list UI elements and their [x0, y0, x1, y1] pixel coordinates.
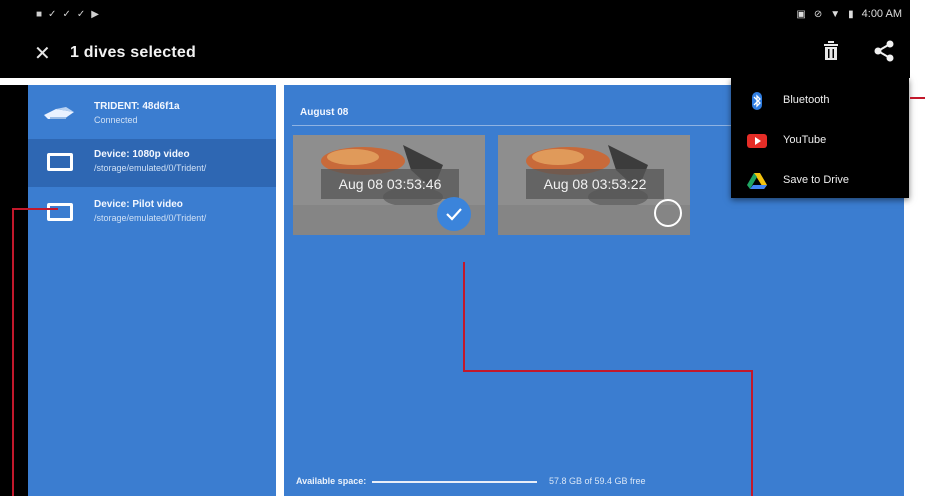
menu-item-bluetooth[interactable]: Bluetooth — [731, 80, 909, 120]
callout-line — [751, 370, 753, 496]
available-space-value: 57.8 GB of 59.4 GB free — [549, 476, 646, 486]
trash-icon[interactable] — [822, 40, 840, 62]
thumbnail-label: Aug 08 03:53:46 — [321, 169, 459, 199]
bluetooth-icon — [752, 92, 762, 110]
source-sidebar: TRIDENT: 48d6f1a Connected Device: 1080p… — [28, 85, 276, 496]
device-icon — [47, 153, 73, 171]
play-icon: ▶ — [91, 9, 99, 20]
share-icon[interactable] — [872, 39, 896, 63]
device-icon — [47, 203, 73, 221]
callout-line — [463, 262, 465, 372]
close-icon[interactable]: ✕ — [34, 41, 51, 66]
menu-item-youtube[interactable]: YouTube — [731, 120, 909, 160]
menu-item-label: Save to Drive — [783, 174, 850, 186]
notification-icons: ■ ✓ ✓ ✓ ▶ — [36, 9, 99, 21]
drive-icon — [747, 173, 767, 189]
sidebar-item-1080p-video[interactable]: Device: 1080p video /storage/emulated/0/… — [28, 139, 276, 187]
action-bar: ✕ 1 dives selected — [0, 30, 910, 78]
callout-line — [463, 370, 753, 372]
dnd-icon: ⊘ — [813, 8, 823, 20]
share-menu: Bluetooth YouTube Save to Drive — [731, 78, 909, 198]
callout-line — [12, 208, 14, 496]
sidebar-item-pilot-video[interactable]: Device: Pilot video /storage/emulated/0/… — [28, 189, 276, 237]
menu-item-label: Bluetooth — [783, 94, 830, 106]
sidebar-item-title: TRIDENT: 48d6f1a — [94, 101, 180, 112]
selected-check-icon[interactable] — [437, 197, 471, 231]
sidebar-item-title: Device: Pilot video — [94, 199, 183, 210]
dive-thumbnail-selected[interactable]: Aug 08 03:53:46 — [293, 135, 485, 235]
callout-line — [12, 208, 58, 210]
available-space-label: Available space: — [296, 476, 367, 486]
check-icon: ✓ — [48, 9, 57, 20]
wifi-icon: ▼ — [830, 8, 841, 20]
dive-thumbnail[interactable]: Aug 08 03:53:22 — [498, 135, 690, 235]
panel-separator — [276, 85, 284, 496]
system-icons: ▣ ⊘ ▼ ▮ 4:00 AM — [796, 8, 902, 20]
drone-icon — [44, 107, 74, 119]
menu-item-label: YouTube — [783, 134, 827, 146]
check-icon: ✓ — [62, 9, 71, 20]
menu-item-save-to-drive[interactable]: Save to Drive — [731, 160, 909, 200]
sidebar-item-trident[interactable]: TRIDENT: 48d6f1a Connected — [28, 91, 276, 139]
sidebar-item-subtitle: /storage/emulated/0/Trident/ — [94, 163, 207, 173]
selection-title: 1 dives selected — [70, 44, 196, 61]
clock: 4:00 AM — [861, 8, 902, 20]
section-date: August 08 — [300, 107, 349, 118]
tablet-screen: ■ ✓ ✓ ✓ ▶ ▣ ⊘ ▼ ▮ 4:00 AM ✕ 1 dives sele… — [0, 0, 910, 496]
sidebar-item-subtitle: Connected — [94, 115, 138, 125]
status-bar: ■ ✓ ✓ ✓ ▶ ▣ ⊘ ▼ ▮ 4:00 AM — [0, 0, 910, 30]
youtube-icon — [747, 134, 767, 148]
callout-line — [910, 97, 925, 99]
available-space-bar — [372, 481, 537, 483]
unselected-circle-icon[interactable] — [654, 199, 682, 227]
thumbnail-label: Aug 08 03:53:22 — [526, 169, 664, 199]
check-icon: ✓ — [76, 9, 86, 20]
cast-icon: ▣ — [796, 8, 806, 20]
sidebar-item-subtitle: /storage/emulated/0/Trident/ — [94, 213, 207, 223]
video-icon: ■ — [36, 9, 43, 20]
sidebar-item-title: Device: 1080p video — [94, 149, 190, 160]
battery-icon: ▮ — [848, 8, 854, 20]
